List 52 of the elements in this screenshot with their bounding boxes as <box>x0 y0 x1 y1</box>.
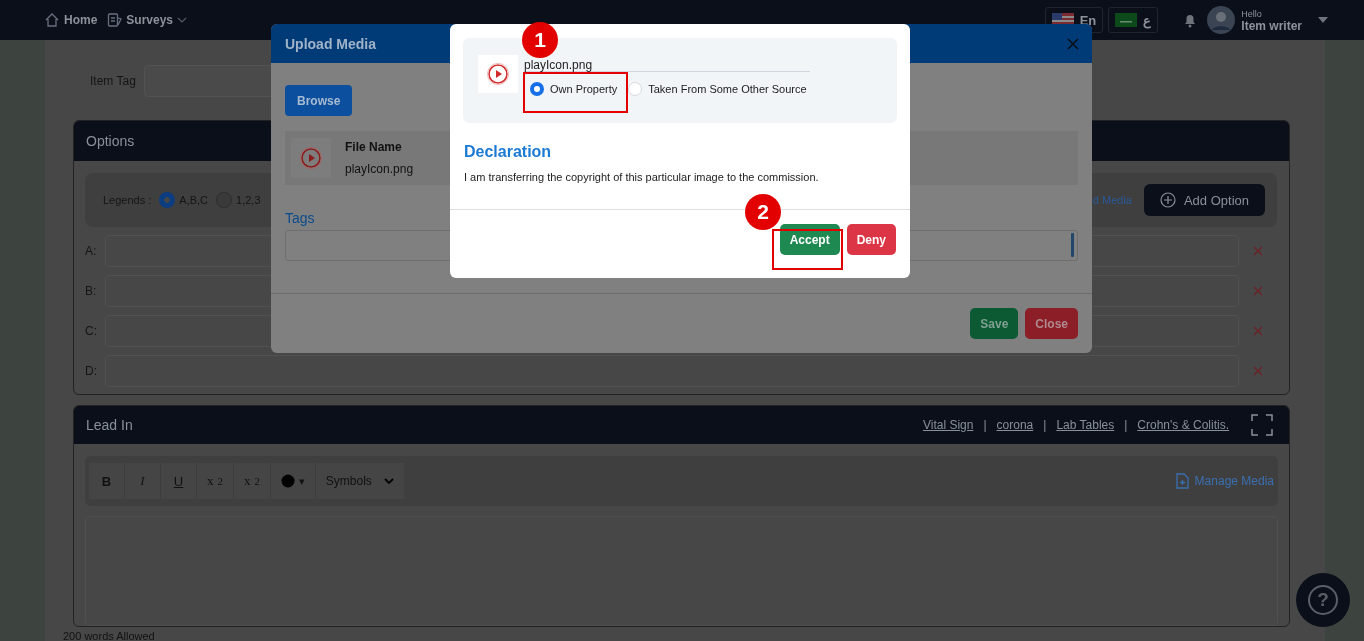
delete-icon[interactable] <box>1253 366 1263 376</box>
language-button[interactable]: ع <box>1108 7 1159 33</box>
shortcut-link[interactable]: Vital Sign <box>922 418 974 432</box>
panel-title: Options <box>86 133 135 149</box>
home-icon <box>44 12 60 28</box>
radio-label: Own Property <box>550 83 618 95</box>
deny-button[interactable]: Deny <box>846 224 896 255</box>
nav-link[interactable]: Home <box>44 12 98 28</box>
greeting-text: Hello <box>1241 8 1263 20</box>
clipboard-icon <box>107 12 123 28</box>
caret-icon[interactable] <box>1318 17 1328 23</box>
close-icon[interactable] <box>1067 37 1079 50</box>
close-button[interactable]: Close <box>1025 308 1078 339</box>
highlight-box <box>772 229 843 270</box>
flag-icon <box>1115 13 1138 27</box>
shortcut-link[interactable]: corona <box>996 418 1034 432</box>
delete-icon[interactable] <box>1253 286 1263 296</box>
radio-label: Taken From Some Other Source <box>648 83 807 95</box>
fullscreen-icon[interactable] <box>1251 414 1273 436</box>
column-heading: File Name <box>345 140 403 154</box>
avatar-icon[interactable] <box>1207 6 1236 34</box>
color-swatch-icon <box>280 474 295 488</box>
save-button[interactable]: Save <box>970 308 1019 339</box>
radio-button[interactable] <box>530 82 544 96</box>
delete-icon[interactable] <box>1253 246 1263 256</box>
modal-title: Upload Media <box>285 35 376 52</box>
separator-text: | <box>1043 418 1047 432</box>
add-option-button[interactable]: Add Option <box>1143 184 1265 216</box>
text-editor[interactable] <box>85 516 1278 626</box>
radio-button[interactable] <box>159 192 176 208</box>
file-plus-icon <box>1175 473 1189 489</box>
bell-icon[interactable] <box>1183 12 1198 28</box>
separator-text: | <box>983 418 987 432</box>
browse-button[interactable]: Browse <box>285 85 353 116</box>
declaration-text: I am transferring the copyright of this particular image to the commission. <box>464 171 820 183</box>
section-heading: Declaration <box>464 143 553 161</box>
separator-text: | <box>1124 418 1128 432</box>
play-icon <box>487 63 509 85</box>
field-label: Tags <box>285 210 315 226</box>
chevron-icon <box>177 17 188 23</box>
user-name[interactable]: Item writer <box>1241 20 1302 32</box>
panel-title: Lead In <box>86 417 133 433</box>
manage-media-link[interactable]: Manage Media <box>1175 473 1274 489</box>
delete-icon[interactable] <box>1253 326 1263 336</box>
play-icon <box>300 147 322 169</box>
nav-link[interactable]: Surveys <box>107 12 188 28</box>
file-name: playIcon.png <box>345 162 414 176</box>
accept-button[interactable]: Accept <box>779 224 840 255</box>
shortcut-link[interactable]: Lab Tables <box>1056 418 1115 432</box>
plus-icon <box>1159 192 1176 208</box>
shortcut-link[interactable]: Crohn's & Colitis. <box>1137 418 1229 432</box>
chevron-icon <box>383 477 394 485</box>
